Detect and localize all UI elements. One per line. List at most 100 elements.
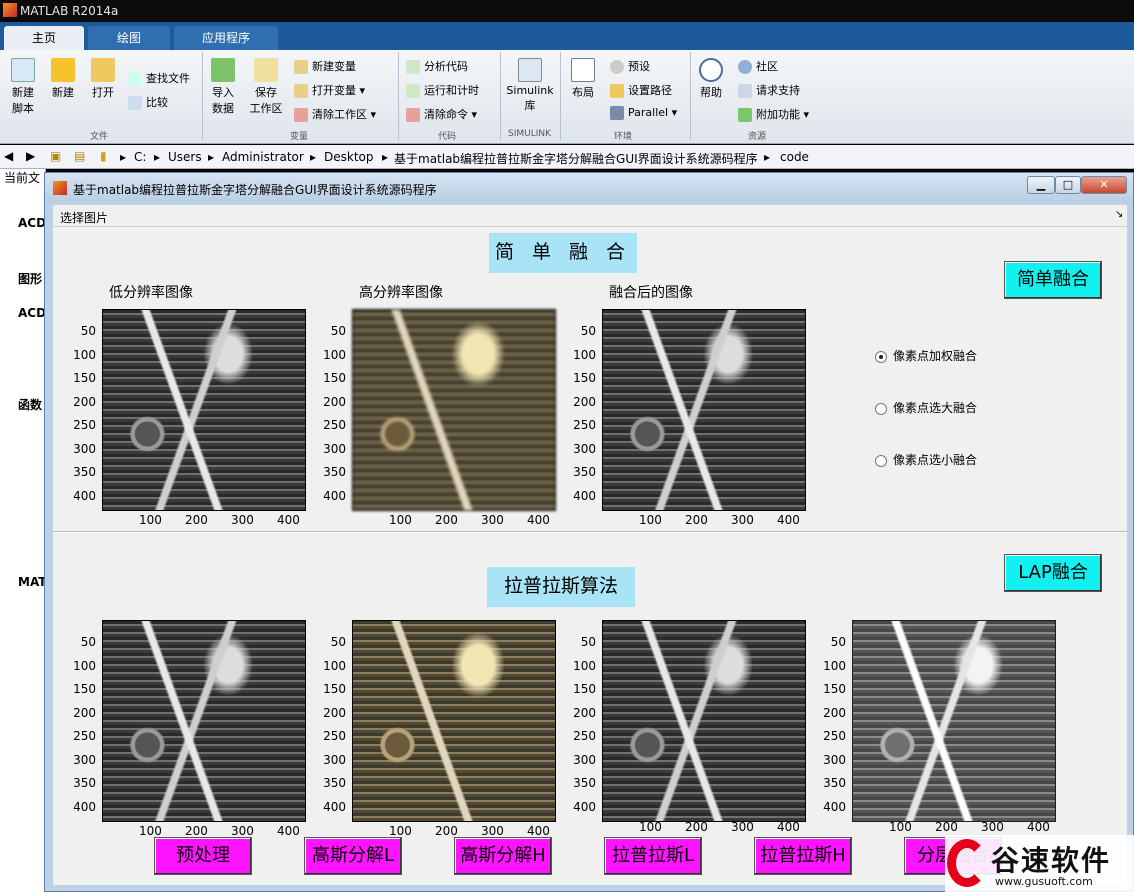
y-tick-label: 400	[573, 488, 596, 503]
address-bar[interactable]: ◀ ▶ ▣ ▤ ▮ ▸ C: ▸ Users ▸ Administrator ▸…	[0, 145, 1134, 169]
new-button[interactable]: 新建	[46, 58, 80, 100]
close-button[interactable]: ✕	[1081, 176, 1127, 194]
menu-select-image[interactable]: 选择图片	[60, 209, 108, 226]
folder-item[interactable]: 函数	[18, 396, 42, 413]
y-tick-label: 250	[323, 729, 346, 743]
radio-weighted[interactable]: 像素点加权融合	[875, 347, 977, 364]
y-tick-label: 200	[323, 394, 346, 409]
matlab-titlebar: MATLAB R2014a	[0, 0, 1134, 22]
run-and-time-button[interactable]: 运行和计时	[406, 82, 479, 98]
tab-apps[interactable]: 应用程序	[174, 26, 278, 50]
y-tick-label: 100	[73, 347, 96, 362]
import-data-button[interactable]: 导入 数据	[206, 58, 240, 116]
find-files-icon	[128, 72, 142, 86]
clear-workspace-button[interactable]: 清除工作区 ▾	[294, 106, 376, 122]
x-tick-label: 100	[389, 824, 412, 838]
preprocessed-image	[102, 620, 306, 822]
folder-item[interactable]: MAT	[18, 575, 46, 589]
y-tick-label: 350	[323, 465, 346, 479]
lap-fusion-button[interactable]: LAP融合	[1004, 554, 1102, 592]
add-ons-button[interactable]: 附加功能 ▾	[738, 106, 809, 122]
x-tick-label: 300	[731, 820, 754, 834]
x-tick-label: 400	[527, 824, 550, 838]
ribbon-separator	[500, 52, 501, 140]
gauss-h-button[interactable]: 高斯分解H	[454, 837, 552, 875]
x-tick-label: 200	[435, 513, 458, 527]
y-tick-label: 100	[573, 347, 596, 362]
analyze-code-button[interactable]: 分析代码	[406, 58, 468, 74]
clear-commands-button[interactable]: 清除命令 ▾	[406, 106, 477, 122]
path-sep: ▸	[120, 150, 127, 164]
minimize-button[interactable]: ▁	[1027, 176, 1055, 194]
folder-item[interactable]: ACD	[18, 216, 46, 230]
save-workspace-button[interactable]: 保存 工作区	[246, 58, 286, 116]
radio-max[interactable]: 像素点选大融合	[875, 399, 977, 416]
open-variable-button[interactable]: 打开变量 ▾	[294, 82, 365, 98]
simulink-library-button[interactable]: Simulink 库	[504, 58, 556, 113]
laplacian-l-button[interactable]: 拉普拉斯L	[604, 837, 702, 875]
x-tick-label: 100	[889, 820, 912, 834]
x-tick-label: 200	[935, 820, 958, 834]
request-support-button[interactable]: 请求支持	[738, 82, 800, 98]
y-tick-label: 50	[580, 635, 596, 649]
path-segment[interactable]: 基于matlab编程拉普拉斯金字塔分解融合GUI界面设计系统源码程序	[394, 150, 758, 167]
new-script-button[interactable]: 新建 脚本	[6, 58, 40, 116]
brand-logo-icon	[947, 839, 987, 887]
y-tick-label: 150	[323, 682, 346, 696]
y-tick-label: 350	[823, 776, 846, 790]
laplacian-title: 拉普拉斯算法	[487, 567, 635, 607]
gauss-l-button[interactable]: 高斯分解L	[304, 837, 402, 875]
path-segment[interactable]: C:	[134, 150, 146, 164]
community-button[interactable]: 社区	[738, 58, 778, 74]
path-segment[interactable]: Users	[168, 150, 202, 164]
parallel-button[interactable]: Parallel ▾	[610, 106, 677, 120]
new-variable-button[interactable]: 新建变量	[294, 58, 356, 74]
figure-window: 基于matlab编程拉普拉斯金字塔分解融合GUI界面设计系统源码程序 ▁ □ ✕…	[44, 172, 1134, 892]
folder-item[interactable]: 图形	[18, 270, 42, 287]
compare-button[interactable]: 比较	[128, 94, 168, 110]
app-title: MATLAB R2014a	[20, 4, 119, 18]
maximize-button[interactable]: □	[1055, 176, 1081, 194]
simple-fusion-button[interactable]: 简单融合	[1004, 261, 1102, 299]
x-tick-label: 300	[981, 820, 1004, 834]
radio-min[interactable]: 像素点选小融合	[875, 451, 977, 468]
y-tick-label: 300	[73, 752, 96, 767]
path-segment[interactable]: Desktop	[324, 150, 374, 164]
open-variable-icon	[294, 84, 308, 98]
ribbon-tabs: 主页 绘图 应用程序	[0, 22, 1134, 50]
current-folder-panel: 当前文 ACD 图形 ACD 函数 MAT	[0, 169, 46, 892]
preprocess-button[interactable]: 预处理	[154, 837, 252, 875]
axes-title: 融合后的图像	[609, 285, 693, 301]
x-tick-label: 200	[435, 824, 458, 838]
path-segment[interactable]: Administrator	[222, 150, 304, 164]
find-files-button[interactable]: 查找文件	[128, 70, 190, 86]
open-button[interactable]: 打开	[86, 58, 120, 100]
x-tick-label: 100	[389, 513, 412, 527]
group-environment-label: 环境	[614, 132, 633, 142]
browse-folder-icon[interactable]: ▤	[74, 149, 85, 163]
matlab-logo-icon	[53, 181, 67, 195]
y-tick-label: 50	[80, 635, 96, 649]
y-tick-label: 350	[73, 465, 96, 479]
folder-item[interactable]: ACD	[18, 306, 46, 320]
preferences-button[interactable]: 预设	[610, 58, 650, 74]
tab-plots[interactable]: 绘图	[88, 26, 170, 50]
y-tick-label: 150	[823, 682, 846, 696]
toolbar-toggle-icon[interactable]: ↘	[1115, 209, 1123, 220]
set-path-button[interactable]: 设置路径	[610, 82, 672, 98]
back-arrow-icon[interactable]: ◀	[4, 149, 13, 163]
path-segment[interactable]: code	[780, 150, 809, 164]
import-icon	[211, 58, 235, 82]
x-tick-label: 400	[777, 820, 800, 834]
tab-home[interactable]: 主页	[4, 26, 84, 50]
laplacian-h-button[interactable]: 拉普拉斯H	[754, 837, 852, 875]
x-tick-label: 200	[185, 824, 208, 838]
x-tick-label: 300	[231, 824, 254, 838]
up-folder-icon[interactable]: ▣	[50, 149, 61, 163]
y-tick-label: 250	[823, 729, 846, 743]
forward-arrow-icon[interactable]: ▶	[26, 149, 35, 163]
layout-button[interactable]: 布局	[566, 58, 600, 100]
y-tick-label: 400	[73, 799, 96, 814]
path-sep: ▸	[208, 150, 215, 164]
help-button[interactable]: 帮助	[696, 58, 726, 100]
